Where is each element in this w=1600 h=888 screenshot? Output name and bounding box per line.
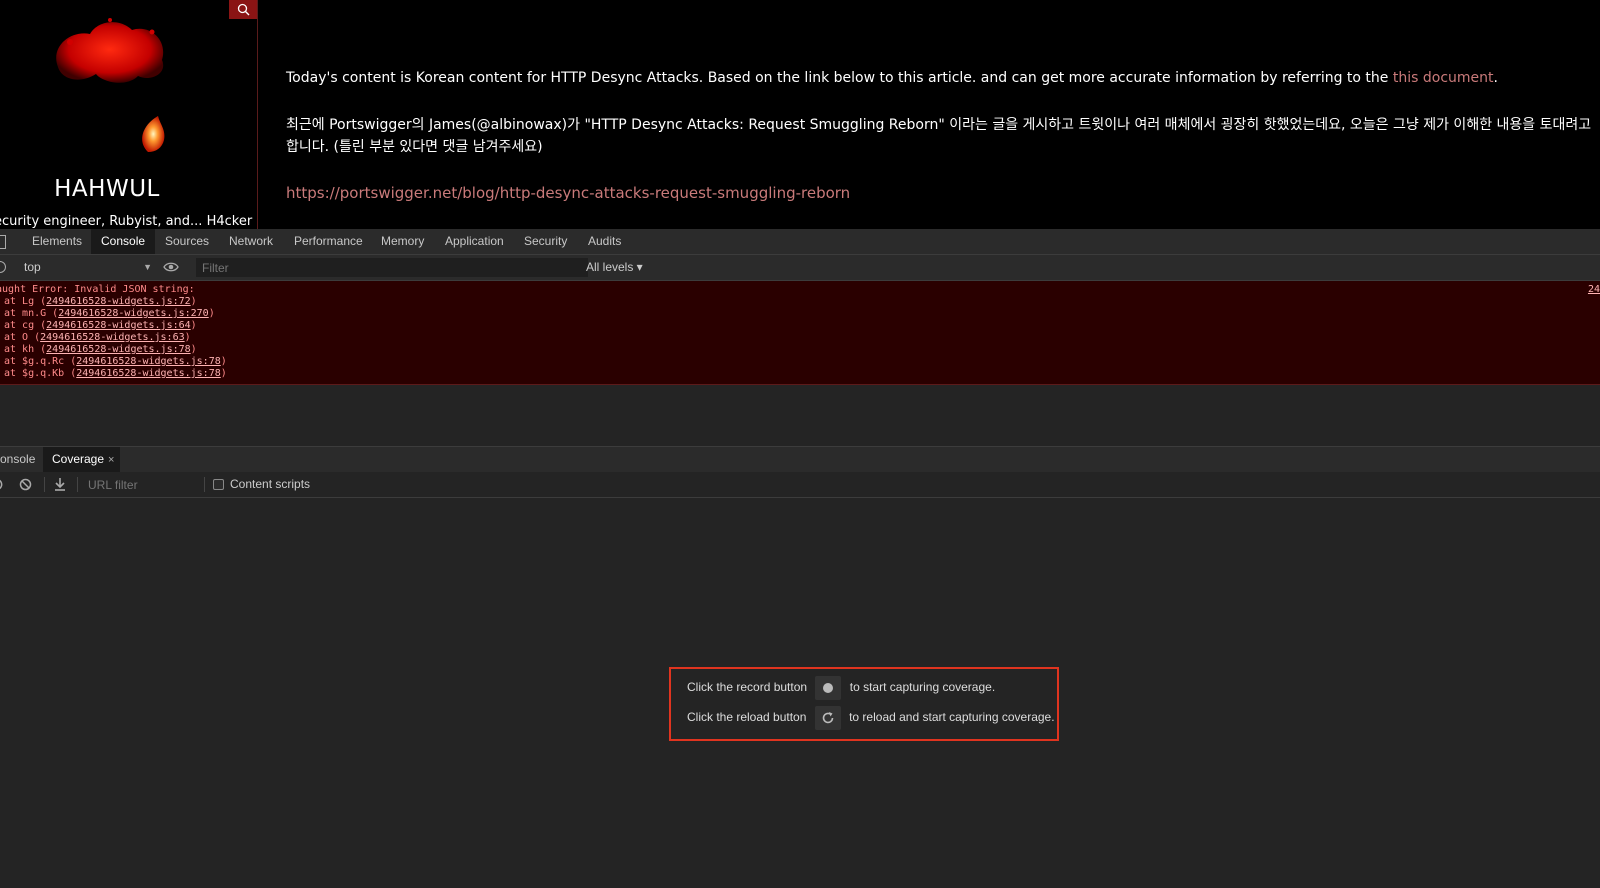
frame-prefix: at O (: [4, 332, 41, 343]
dropdown-arrow-icon: ▼: [143, 262, 152, 272]
tab-sources[interactable]: Sources: [155, 229, 219, 254]
record-instruction: Click the record button to start capturi…: [687, 675, 996, 700]
frame-suffix: ): [208, 308, 215, 319]
frame-suffix: ): [220, 356, 227, 367]
drawer-tab-console[interactable]: onsole: [0, 447, 35, 472]
content-scripts-checkbox[interactable]: [213, 479, 224, 490]
portswigger-article-link[interactable]: https://portswigger.net/blog/http-desync…: [286, 184, 850, 202]
reload-text-before: Click the reload button: [687, 710, 807, 724]
record-text-before: Click the record button: [687, 680, 808, 694]
error-text: aught Error: Invalid JSON string:: [0, 284, 195, 295]
search-button[interactable]: [229, 0, 257, 19]
stack-frame: at Lg (2494616528-widgets.js:72): [4, 296, 197, 307]
frame-suffix: ): [190, 344, 197, 355]
frame-source-link[interactable]: 2494616528-widgets.js:78: [46, 344, 191, 355]
frame-prefix: at $g.q.Rc (: [4, 356, 77, 367]
intro-end: .: [1493, 70, 1498, 86]
coverage-toolbar: Content scripts: [0, 472, 1600, 498]
frame-suffix: ): [184, 332, 191, 343]
intro-text: Today's content is Korean content for HT…: [286, 70, 1389, 86]
record-icon: [823, 682, 834, 693]
url-filter-input[interactable]: [82, 475, 206, 494]
reload-button[interactable]: [814, 705, 841, 730]
clear-console-icon[interactable]: [0, 261, 6, 273]
website-viewport: HAHWUL ecurity engineer, Rubyist, and...…: [0, 0, 1600, 229]
tab-memory[interactable]: Memory: [371, 229, 434, 254]
stack-frame: at $g.q.Rc (2494616528-widgets.js:78): [4, 356, 227, 367]
reload-icon: [822, 711, 834, 724]
toolbar-divider: [204, 477, 205, 492]
toolbar-divider: [77, 477, 78, 492]
tab-application[interactable]: Application: [435, 229, 514, 254]
this-document-link[interactable]: this document: [1393, 70, 1494, 86]
tab-performance[interactable]: Performance: [284, 229, 373, 254]
site-name[interactable]: HAHWUL: [0, 176, 214, 202]
content-scripts-label[interactable]: Content scripts: [230, 472, 310, 497]
stack-frame: at mn.G (2494616528-widgets.js:270): [4, 308, 215, 319]
frame-source-link[interactable]: 2494616528-widgets.js:78: [76, 356, 221, 367]
clear-coverage-icon[interactable]: [19, 478, 32, 491]
stack-frame: at cg (2494616528-widgets.js:64): [4, 320, 197, 331]
record-text-after: to start capturing coverage.: [849, 680, 996, 694]
search-icon: [237, 3, 249, 16]
error-source-link[interactable]: 24: [1588, 284, 1600, 295]
frame-prefix: at $g.q.Kb (: [4, 368, 77, 379]
close-icon[interactable]: ×: [108, 454, 114, 466]
frame-prefix: at cg (: [4, 320, 47, 331]
frame-source-link[interactable]: 2494616528-widgets.js:270: [58, 308, 209, 319]
site-logo[interactable]: [40, 12, 190, 157]
download-icon[interactable]: [54, 477, 66, 491]
devtools-tab-strip: Elements Console Sources Network Perform…: [0, 229, 1600, 255]
drawer-tab-coverage[interactable]: Coverage ×: [43, 447, 121, 472]
toolbar-divider: [44, 477, 45, 492]
frame-suffix: ): [190, 320, 197, 331]
frame-source-link[interactable]: 2494616528-widgets.js:72: [46, 296, 191, 307]
frame-prefix: at mn.G (: [4, 308, 59, 319]
tab-network[interactable]: Network: [219, 229, 283, 254]
frame-source-link[interactable]: 2494616528-widgets.js:64: [46, 320, 191, 331]
reload-instruction: Click the reload button to reload and st…: [687, 705, 1055, 730]
intro-paragraph: Today's content is Korean content for HT…: [286, 70, 1498, 86]
tab-elements[interactable]: Elements: [22, 229, 92, 254]
reload-text-after: to reload and start capturing coverage.: [849, 710, 1055, 724]
site-tagline: ecurity engineer, Rubyist, and... H4cker: [0, 214, 253, 229]
drawer-tab-strip: onsole Coverage ×: [0, 446, 1600, 473]
console-filter-input[interactable]: [196, 258, 588, 277]
coverage-tab-label: Coverage: [52, 452, 105, 466]
frame-prefix: at Lg (: [4, 296, 47, 307]
console-error-message: aught Error: Invalid JSON string: 24 at …: [0, 281, 1600, 385]
frame-suffix: ): [190, 296, 197, 307]
frame-source-link[interactable]: 2494616528-widgets.js:78: [76, 368, 221, 379]
stack-frame: at $g.q.Kb (2494616528-widgets.js:78): [4, 368, 227, 379]
eye-icon[interactable]: [163, 261, 179, 273]
korean-paragraph: 최근에 Portswigger의 James(@albinowax)가 "HTT…: [286, 117, 1592, 155]
coverage-instructions: Click the record button to start capturi…: [669, 667, 1059, 741]
stack-frame: at kh (2494616528-widgets.js:78): [4, 344, 197, 355]
reload-icon[interactable]: [0, 477, 4, 491]
frame-suffix: ): [220, 368, 227, 379]
context-selector[interactable]: top ▼: [16, 259, 156, 276]
device-toolbar-icon[interactable]: [0, 235, 6, 249]
console-toolbar: top ▼ All levels ▾: [0, 255, 1600, 281]
console-prompt-area[interactable]: [0, 385, 1600, 446]
stack-frame: at O (2494616528-widgets.js:63): [4, 332, 191, 343]
tab-audits[interactable]: Audits: [578, 229, 631, 254]
log-levels-dropdown[interactable]: All levels ▾: [586, 255, 643, 280]
tab-security[interactable]: Security: [514, 229, 577, 254]
frame-prefix: at kh (: [4, 344, 47, 355]
record-button[interactable]: [815, 675, 842, 700]
site-sidebar: HAHWUL ecurity engineer, Rubyist, and...…: [0, 0, 258, 229]
tab-console[interactable]: Console: [91, 229, 156, 254]
frame-source-link[interactable]: 2494616528-widgets.js:63: [40, 332, 185, 343]
context-value: top: [24, 260, 41, 274]
